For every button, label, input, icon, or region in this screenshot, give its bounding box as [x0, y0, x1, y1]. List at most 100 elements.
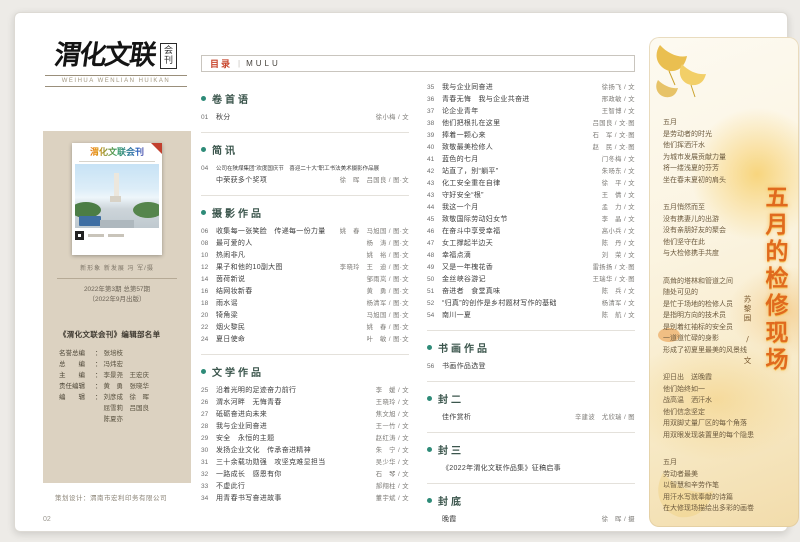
- toc-item-number: 29: [201, 433, 216, 445]
- section-divider: [427, 381, 635, 382]
- issue-line2: （2022年9月出版）: [43, 295, 191, 305]
- toc-item-author: 徐 晖 吕国良 / 图·文: [340, 175, 409, 187]
- toc-item-title: 三十余载功勋强 攻坚克难显担当: [216, 457, 372, 469]
- editorial-name-line: 黄 勇 张晓华: [104, 381, 150, 392]
- toc-item-number: 22: [201, 322, 216, 334]
- toc-item: 33不虚此行郝翔柱 / 文: [201, 481, 409, 493]
- section-label: 摄影作品: [212, 205, 264, 220]
- toc-item-title: 雨水谣: [216, 298, 363, 310]
- poem-line: 五月悄然而至: [663, 202, 765, 214]
- toc-item-title: 书画作品选登: [442, 361, 631, 373]
- toc-item-author: 邢政敏 / 文: [602, 94, 635, 106]
- toc-item-title: 渭水河畔 无悔青春: [216, 397, 372, 409]
- poem-line: 没有亲朋好友的聚会: [663, 225, 765, 237]
- poem-line: 坐在春末夏初的肩头: [663, 175, 765, 187]
- section-divider: [201, 195, 409, 196]
- editorial-name-line: 陈夏亦: [104, 414, 150, 425]
- toc-item-number: 34: [201, 493, 216, 505]
- art-panel-title: 五月的检修现场: [757, 185, 791, 374]
- toc-item: 晚霞徐 晖 / 摄: [427, 514, 635, 526]
- toc-item: 37论企业青年王智博 / 文: [427, 106, 635, 118]
- toc-item: 44我这一个月孟 力 / 文: [427, 202, 635, 214]
- toc-item-number: 28: [201, 421, 216, 433]
- section-bullet-icon: [427, 396, 432, 401]
- toc-main: 目录 | MULU 卷首语01秋分徐小梅 / 文简讯04公司在陕煤集团“欢度国庆…: [201, 55, 635, 526]
- toc-item-author: 雷扬扬 / 文·图: [593, 262, 635, 274]
- section-heading: 文学作品: [201, 364, 409, 379]
- section-label: 文学作品: [212, 364, 264, 379]
- toc-item-number: 12: [201, 262, 216, 274]
- toc-column-left: 卷首语01秋分徐小梅 / 文简讯04公司在陕煤集团“欢度国庆节 喜迎二十大”职工…: [201, 82, 409, 526]
- toc-item-author: 姚 春 / 图·文: [367, 322, 409, 334]
- toc-item-author: 石 琴 / 文: [376, 469, 409, 481]
- toc-item: 45致敬国际劳动妇女节李 晶 / 文: [427, 214, 635, 226]
- toc-item-author: 孟 力 / 文: [602, 202, 635, 214]
- toc-item-author: 石 军 / 文·图: [593, 130, 635, 142]
- toc-item-author: 王瑞华 / 文·图: [593, 274, 635, 286]
- section-bullet-icon: [427, 345, 432, 350]
- poem-line: 劳动者最美: [663, 469, 765, 481]
- toc-item-title: 发扬企业文化 传承奋进精神: [216, 445, 372, 457]
- section-divider: [427, 483, 635, 484]
- poem-line: 五月: [663, 117, 765, 129]
- toc-item-title: 又是一年槐花香: [442, 262, 589, 274]
- toc-item-title: 站直了，别“躺平”: [442, 166, 598, 178]
- editorial-role: 主 编: [59, 370, 95, 381]
- vehicle-shape: [79, 216, 101, 226]
- toc-item-title: 公司在陕煤集团“欢度国庆节 喜迎二十大”职工书法美术摄影作品展: [216, 163, 409, 175]
- editorial-colon: ：: [95, 381, 102, 392]
- poem-line: 战高温 洒汗水: [663, 395, 765, 407]
- toc-item-number: 14: [201, 274, 216, 286]
- page-number-left: 02: [43, 516, 51, 523]
- toc-item: 46在奋斗中享受幸福高小兵 / 文: [427, 226, 635, 238]
- toc-header-separator: |: [238, 59, 240, 68]
- toc-item: 28我与企业同奋进王一竹 / 文: [201, 421, 409, 433]
- toc-item-author: 李 媛 / 文: [376, 385, 409, 397]
- section-divider: [427, 330, 635, 331]
- statue-shape: [114, 173, 119, 197]
- toc-item: 50金丝峡谷游记王瑞华 / 文·图: [427, 274, 635, 286]
- poem-line: 他们坚守在此: [663, 237, 765, 249]
- toc-item-author: 徐扬飞 / 文: [602, 82, 635, 94]
- toc-item-number: 10: [201, 250, 216, 262]
- toc-item-number: 54: [427, 310, 442, 322]
- cover-title: 渭化文联会刊: [75, 146, 159, 160]
- magazine-spread: 渭化文联 会刊 WEIHUA WENLIAN HUIKAN 渭化文联会刊: [14, 12, 788, 532]
- toc-item: 10热闹非凡姚 裕 / 图·文: [201, 250, 409, 262]
- toc-item-author: 邹雨岚 / 图·文: [367, 274, 409, 286]
- editorial-row: 名誉总编：张培枝: [59, 348, 181, 359]
- section-heading: 封底: [427, 493, 635, 508]
- toc-item-title: 用青春书写奋进故事: [216, 493, 372, 505]
- toc-item-number: 08: [201, 238, 216, 250]
- editorial-title: 《渭化文联会刊》编辑部名单: [59, 329, 181, 340]
- toc-item: 30发扬企业文化 传承奋进精神朱 宁 / 文: [201, 445, 409, 457]
- poem-stanza: 迎日出 送晚霞他们始终如一战高温 洒汗水他们信念坚定用双脚丈量厂区的每个角落用双…: [663, 372, 765, 441]
- cover-caption: 新形象 新发展 冯 军/摄: [43, 263, 191, 272]
- logo-title: 渭化文联: [52, 33, 157, 72]
- editorial-row: 总 编：冯炜宏: [59, 359, 181, 370]
- poem-stanza: 五月是劳动者的时光他们挥洒汗水为城市发展贡献力量将一缕浅夏的芬芳坐在春末夏初的肩…: [663, 117, 765, 186]
- toc-item-number: 04: [201, 163, 216, 175]
- logo-subtitle: WEIHUA WENLIAN HUIKAN: [45, 75, 187, 87]
- toc-item: 佳作赏析辛建波 尤欣瑞 / 图: [427, 412, 635, 424]
- poem-line: 用双脚丈量厂区的每个角落: [663, 418, 765, 430]
- bush-shape: [133, 202, 159, 218]
- section-heading: 摄影作品: [201, 205, 409, 220]
- section-label: 封二: [438, 391, 464, 406]
- toc-item: 42站直了，别“躺平”朱旸东 / 文: [427, 166, 635, 178]
- toc-item: 《2022年渭化文联作品集》征稿启事: [427, 463, 635, 475]
- editorial-name-line: 李景尧 王宏庆: [104, 370, 150, 381]
- toc-item: 43化工安全重在自律徐 平 / 文: [427, 178, 635, 190]
- toc-item-title: 《2022年渭化文联作品集》征稿启事: [442, 463, 631, 475]
- toc-item-title: 沿着光明的足迹奋力前行: [216, 385, 372, 397]
- toc-item-title: 不虚此行: [216, 481, 372, 493]
- toc-item-number: 32: [201, 469, 216, 481]
- toc-item: 16结网妆新春黄 勇 / 图·文: [201, 286, 409, 298]
- toc-item-number: 01: [201, 112, 216, 124]
- toc-item-title: 女工撑起半边天: [442, 238, 598, 250]
- left-sidebar-panel: 渭化文联会刊 新形象 新发展 冯 军/摄 2022年第3期 总第57期 （202…: [43, 131, 191, 483]
- toc-item: 56书画作品选登: [427, 361, 635, 373]
- toc-item-number: 47: [427, 238, 442, 250]
- toc-item-author: 杨 涛 / 图·文: [367, 238, 409, 250]
- toc-item-author: 陈 丹 / 文: [602, 238, 635, 250]
